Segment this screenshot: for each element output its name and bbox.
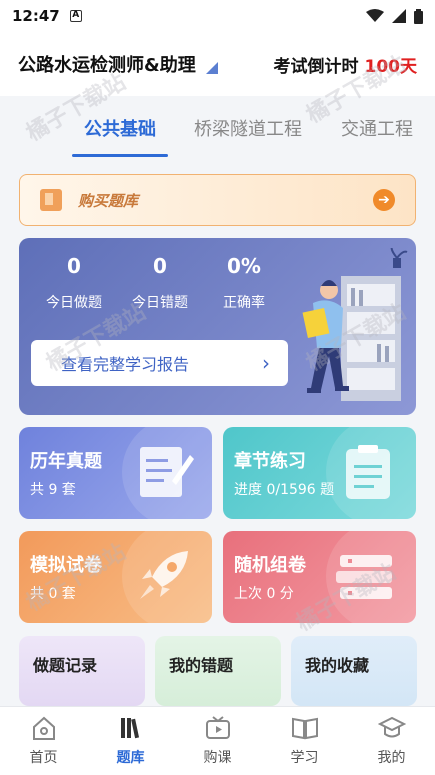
stat-today-wrong: 0 今日错题	[115, 254, 205, 312]
buy-label: 购买题库	[78, 191, 139, 210]
module-subtitle: 共 0 套	[30, 586, 76, 602]
book-icon	[40, 189, 62, 211]
video-icon	[205, 715, 231, 741]
tab-bridge-tunnel[interactable]: 桥梁隧道工程	[188, 115, 308, 141]
nav-label: 我的	[377, 750, 406, 766]
module-chapter-practice[interactable]: 章节练习 进度 0/1596 题	[223, 427, 416, 519]
stat-value: 0	[153, 254, 167, 278]
card-title: 我的收藏	[305, 656, 370, 675]
book-open-icon	[291, 715, 319, 741]
buy-question-bank-banner[interactable]: 购买题库 ➔	[19, 174, 416, 226]
module-title: 历年真题	[30, 451, 102, 472]
nav-label: 购课	[203, 750, 232, 766]
study-stats-card: 0 今日做题 0 今日错题 0% 正确率 查看完整学习报告 ›	[19, 238, 416, 415]
card-practice-record[interactable]: 做题记录	[19, 636, 145, 706]
tab-public-basics[interactable]: 公共基础	[72, 115, 168, 157]
view-report-button[interactable]: 查看完整学习报告 ›	[31, 340, 288, 386]
student-bookshelf-illustration	[302, 248, 408, 401]
module-title: 模拟试卷	[30, 555, 102, 576]
status-bar: 12:47 A	[0, 0, 435, 32]
library-icon	[118, 715, 144, 741]
nav-home[interactable]: 首页	[0, 707, 87, 775]
module-subtitle: 共 9 套	[30, 482, 76, 498]
countdown-days: 100天	[364, 56, 418, 77]
module-subtitle: 进度 0/1596 题	[234, 482, 335, 498]
tab-traffic-engineering[interactable]: 交通工程	[335, 115, 419, 141]
report-button-label: 查看完整学习报告	[61, 355, 190, 374]
nav-label: 首页	[29, 750, 58, 766]
module-subtitle: 上次 0 分	[234, 586, 294, 602]
exam-selector[interactable]: 公路水运检测师&助理	[18, 51, 196, 77]
top-bar: 公路水运检测师&助理 考试倒计时 100天	[0, 32, 435, 96]
nav-mine[interactable]: 我的	[348, 707, 435, 775]
stat-accuracy: 0% 正确率	[199, 254, 289, 312]
module-title: 随机组卷	[234, 555, 306, 576]
subject-tabs: 公共基础 桥梁隧道工程 交通工程	[0, 96, 435, 160]
module-mock-exam[interactable]: 模拟试卷 共 0 套	[19, 531, 212, 623]
nav-question-bank[interactable]: 题库	[87, 707, 174, 775]
books-icon	[336, 555, 392, 599]
status-icons	[366, 8, 423, 24]
nav-buy-course[interactable]: 购课	[174, 707, 261, 775]
arrow-right-icon: ➔	[373, 189, 395, 211]
notebook-pen-icon	[140, 447, 194, 497]
nav-study[interactable]: 学习	[261, 707, 348, 775]
exam-countdown: 考试倒计时 100天	[274, 52, 418, 77]
card-title: 我的错题	[169, 656, 234, 675]
rocket-icon	[140, 551, 188, 599]
stat-value: 0	[67, 254, 81, 278]
module-random-exam[interactable]: 随机组卷 上次 0 分	[223, 531, 416, 623]
signal-icon	[392, 9, 406, 23]
card-my-favorites[interactable]: 我的收藏	[291, 636, 417, 706]
module-title: 章节练习	[234, 451, 306, 472]
bottom-navigation: 首页 题库 购课 学习 我的	[0, 706, 435, 775]
module-past-exams[interactable]: 历年真题 共 9 套	[19, 427, 212, 519]
wifi-icon	[366, 9, 384, 22]
stat-value: 0%	[227, 254, 261, 278]
stat-label: 今日错题	[132, 295, 188, 311]
home-icon	[31, 715, 57, 741]
status-time: 12:47	[12, 7, 60, 25]
card-my-wrong-questions[interactable]: 我的错题	[155, 636, 281, 706]
graduation-cap-icon	[377, 715, 406, 741]
battery-icon	[414, 8, 423, 24]
stat-label: 今日做题	[46, 295, 102, 311]
nav-label: 题库	[116, 750, 145, 766]
stat-label: 正确率	[223, 295, 265, 311]
clipboard-icon	[346, 445, 390, 499]
dropdown-caret-icon[interactable]	[205, 62, 218, 74]
card-title: 做题记录	[33, 656, 98, 675]
countdown-label: 考试倒计时	[273, 56, 359, 77]
chevron-right-icon: ›	[262, 351, 270, 375]
stat-today-done: 0 今日做题	[29, 254, 119, 312]
notification-a-icon: A	[69, 10, 82, 22]
nav-label: 学习	[290, 750, 319, 766]
